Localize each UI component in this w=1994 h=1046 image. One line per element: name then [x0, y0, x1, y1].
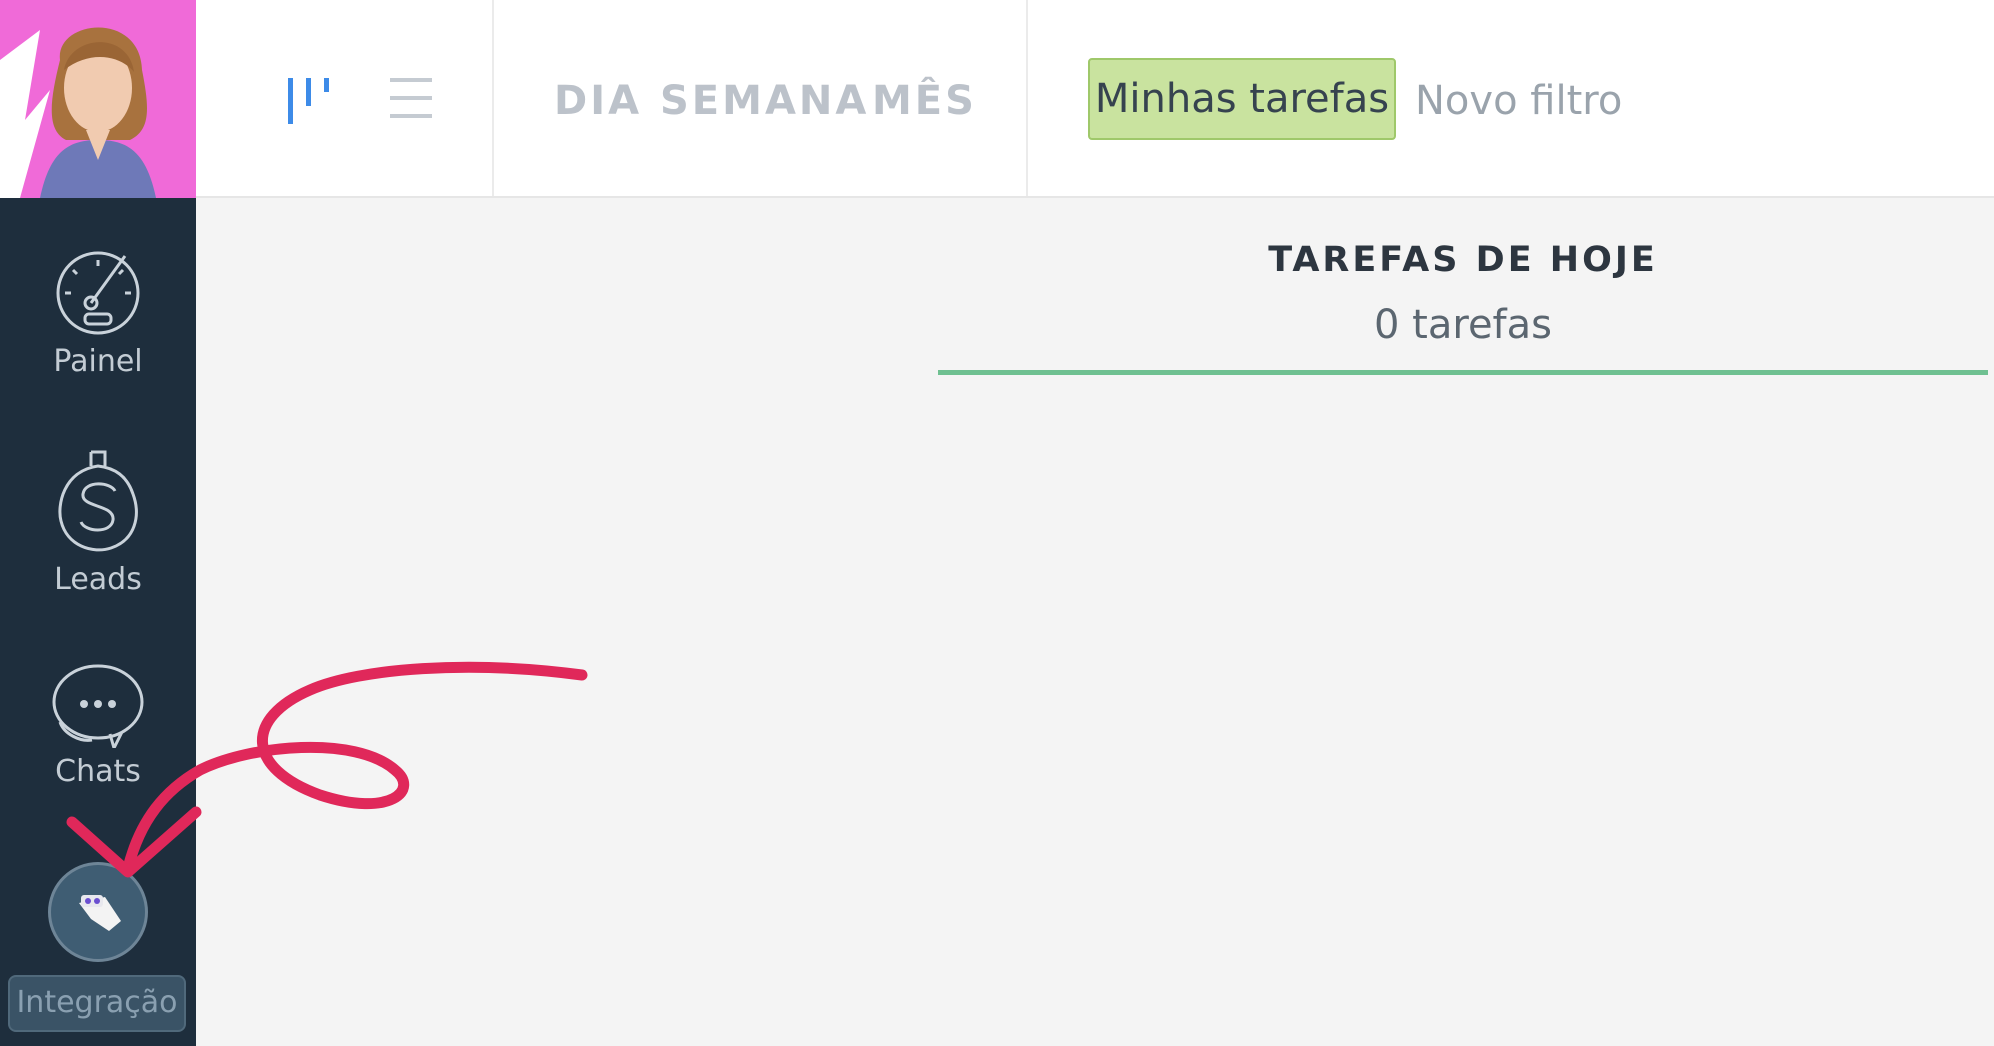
- period-day[interactable]: DIA: [554, 78, 642, 124]
- sidebar-item-leads[interactable]: Leads: [0, 446, 196, 597]
- new-filter-button[interactable]: Novo filtro: [1415, 78, 1622, 124]
- dollar-icon: [58, 450, 138, 552]
- pipeline-view-icon[interactable]: [286, 74, 332, 128]
- sidebar-item-painel[interactable]: Painel: [0, 248, 196, 379]
- avatar[interactable]: [0, 0, 196, 198]
- column-underline: [938, 370, 1988, 375]
- filter-my-tasks[interactable]: Minhas tarefas: [1088, 58, 1396, 140]
- period-month[interactable]: MÊS: [872, 78, 977, 124]
- sidebar-item-label: Leads: [54, 562, 142, 597]
- divider: [1026, 0, 1028, 196]
- divider: [492, 0, 494, 196]
- list-view-icon[interactable]: [388, 74, 434, 124]
- period-week[interactable]: SEMANA: [660, 78, 869, 124]
- speedometer-icon: [56, 251, 140, 335]
- sidebar-item-label: Chats: [55, 754, 141, 789]
- column-title: TAREFAS DE HOJE: [1268, 240, 1658, 280]
- column-task-count: 0 tarefas: [1374, 302, 1552, 348]
- topbar: DIA SEMANA MÊS Minhas tarefas Novo filtr…: [196, 0, 1994, 198]
- sidebar: Painel Leads Chats Integração: [0, 0, 196, 1046]
- chat-bubble-icon: [52, 664, 144, 748]
- app: Painel Leads Chats Integração DIA SEMANA…: [0, 0, 1994, 1046]
- integration-label[interactable]: Integração: [8, 975, 186, 1032]
- sidebar-item-chats[interactable]: Chats: [0, 662, 196, 789]
- sidebar-item-label: Painel: [53, 344, 143, 379]
- integration-button[interactable]: [48, 862, 148, 962]
- plugin-icon: [79, 895, 121, 931]
